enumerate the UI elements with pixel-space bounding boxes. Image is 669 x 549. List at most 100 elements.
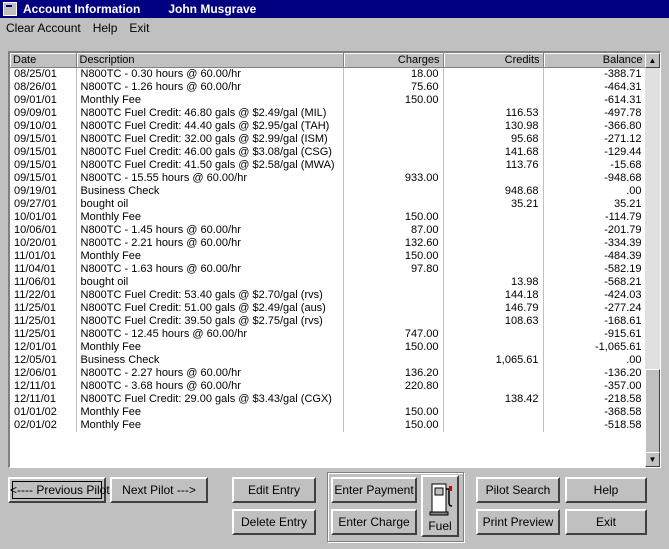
cell-credits <box>443 406 544 419</box>
title-bar[interactable]: Account Information John Musgrave <box>0 0 669 18</box>
cell-credits: 948.68 <box>443 185 544 198</box>
cell-description: Monthly Fee <box>76 211 344 224</box>
table-row[interactable]: 10/06/01 N800TC - 1.45 hours @ 60.00/hr 87… <box>10 224 647 237</box>
cell-description: N800TC Fuel Credit: 32.00 gals @ $2.99/g… <box>76 133 344 146</box>
fuel-pump-icon <box>429 483 453 516</box>
cell-credits <box>443 419 544 432</box>
cell-charges <box>343 302 444 315</box>
cell-credits: 144.18 <box>443 289 544 302</box>
column-header-balance[interactable]: Balance <box>543 53 647 68</box>
account-ledger-grid[interactable]: Date Description Charges Credits Balance… <box>8 51 661 468</box>
cell-description: N800TC - 15.55 hours @ 60.00/hr <box>76 172 344 185</box>
cell-description: N800TC Fuel Credit: 46.00 gals @ $3.08/g… <box>76 146 344 159</box>
cell-date: 01/01/02 <box>10 406 77 419</box>
cell-charges: 150.00 <box>343 406 444 419</box>
vertical-scrollbar[interactable]: ▲ ▼ <box>645 53 660 467</box>
fuel-button[interactable]: Fuel <box>421 475 459 537</box>
cell-date: 11/25/01 <box>10 302 77 315</box>
cell-date: 11/06/01 <box>10 276 77 289</box>
cell-charges: 18.00 <box>343 67 444 81</box>
enter-charge-button[interactable]: Enter Charge <box>331 509 417 535</box>
cell-credits <box>443 380 544 393</box>
cell-date: 02/01/02 <box>10 419 77 432</box>
previous-pilot-button[interactable]: <---- Previous Pilot <box>8 477 110 503</box>
cell-balance: -168.61 <box>543 315 647 328</box>
scroll-down-arrow-icon[interactable]: ▼ <box>645 452 660 467</box>
table-row[interactable]: 12/05/01 Business Check 1,065.61.00 <box>10 354 647 367</box>
table-row[interactable]: 10/01/01 Monthly Fee 150.00 -114.79 <box>10 211 647 224</box>
print-preview-button[interactable]: Print Preview <box>476 509 560 535</box>
table-row[interactable]: 10/20/01 N800TC - 2.21 hours @ 60.00/hr 13… <box>10 237 647 250</box>
cell-date: 11/04/01 <box>10 263 77 276</box>
table-row[interactable]: 09/15/01 N800TC Fuel Credit: 41.50 gals @… <box>10 159 647 172</box>
table-row[interactable]: 12/01/01 Monthly Fee 150.00 -1,065.61 <box>10 341 647 354</box>
cell-balance: -518.58 <box>543 419 647 432</box>
column-header-charges[interactable]: Charges <box>343 53 444 68</box>
cell-credits <box>443 67 544 81</box>
delete-entry-button[interactable]: Delete Entry <box>232 509 316 535</box>
table-row[interactable]: 11/06/01 bought oil 13.98 -568.21 <box>10 276 647 289</box>
cell-balance: -424.03 <box>543 289 647 302</box>
cell-balance: -582.19 <box>543 263 647 276</box>
table-row[interactable]: 09/15/01 N800TC Fuel Credit: 46.00 gals @… <box>10 146 647 159</box>
cell-date: 11/22/01 <box>10 289 77 302</box>
cell-credits: 138.42 <box>443 393 544 406</box>
cell-charges <box>343 146 444 159</box>
table-row[interactable]: 11/25/01 N800TC Fuel Credit: 51.00 gals @… <box>10 302 647 315</box>
pilot-name: John Musgrave <box>168 2 257 16</box>
table-row[interactable]: 12/11/01 N800TC - 3.68 hours @ 60.00/hr 22… <box>10 380 647 393</box>
cell-credits <box>443 94 544 107</box>
cell-date: 09/15/01 <box>10 146 77 159</box>
table-row[interactable]: 09/19/01 Business Check 948.68.00 <box>10 185 647 198</box>
pilot-search-button[interactable]: Pilot Search <box>476 477 560 503</box>
scroll-thumb[interactable] <box>645 369 660 453</box>
cell-date: 09/01/01 <box>10 94 77 107</box>
window-icon[interactable] <box>3 2 17 16</box>
cell-description: N800TC - 2.27 hours @ 60.00/hr <box>76 367 344 380</box>
column-header-description[interactable]: Description <box>76 53 344 68</box>
next-pilot-button[interactable]: Next Pilot ---> <box>110 477 208 503</box>
table-row[interactable]: 09/27/01 bought oil 35.21 35.21 <box>10 198 647 211</box>
table-row[interactable]: 11/25/01 N800TC - 12.45 hours @ 60.00/hr 7… <box>10 328 647 341</box>
edit-entry-button[interactable]: Edit Entry <box>232 477 316 503</box>
table-row[interactable]: 09/15/01 N800TC - 15.55 hours @ 60.00/hr 9… <box>10 172 647 185</box>
cell-date: 12/01/01 <box>10 341 77 354</box>
menu-clear-account[interactable]: Clear Account <box>6 21 81 35</box>
table-row[interactable]: 11/01/01 Monthly Fee 150.00 -484.39 <box>10 250 647 263</box>
cell-date: 09/15/01 <box>10 172 77 185</box>
table-row[interactable]: 11/22/01 N800TC Fuel Credit: 53.40 gals @… <box>10 289 647 302</box>
cell-balance: -388.71 <box>543 67 647 81</box>
window-title: Account Information <box>23 2 141 16</box>
table-row[interactable]: 09/10/01 N800TC Fuel Credit: 44.40 gals @… <box>10 120 647 133</box>
header-row: Date Description Charges Credits Balance <box>10 53 647 68</box>
table-row[interactable]: 02/01/02 Monthly Fee 150.00 -518.58 <box>10 419 647 432</box>
menu-exit[interactable]: Exit <box>129 21 149 35</box>
cell-charges <box>343 120 444 133</box>
column-header-date[interactable]: Date <box>10 53 77 68</box>
cell-description: N800TC Fuel Credit: 44.40 gals @ $2.95/g… <box>76 120 344 133</box>
cell-balance: -114.79 <box>543 211 647 224</box>
cell-charges <box>343 159 444 172</box>
cell-credits <box>443 250 544 263</box>
table-row[interactable]: 09/09/01 N800TC Fuel Credit: 46.80 gals @… <box>10 107 647 120</box>
table-row[interactable]: 12/11/01 N800TC Fuel Credit: 29.00 gals @… <box>10 393 647 406</box>
menu-help[interactable]: Help <box>93 21 118 35</box>
column-header-credits[interactable]: Credits <box>443 53 544 68</box>
table-row[interactable]: 09/15/01 N800TC Fuel Credit: 32.00 gals @… <box>10 133 647 146</box>
help-button[interactable]: Help <box>565 477 647 503</box>
table-row[interactable]: 11/04/01 N800TC - 1.63 hours @ 60.00/hr 97… <box>10 263 647 276</box>
scroll-up-arrow-icon[interactable]: ▲ <box>645 53 660 68</box>
table-row[interactable]: 01/01/02 Monthly Fee 150.00 -368.58 <box>10 406 647 419</box>
cell-description: Monthly Fee <box>76 250 344 263</box>
table-row[interactable]: 12/06/01 N800TC - 2.27 hours @ 60.00/hr 13… <box>10 367 647 380</box>
table-row[interactable]: 11/25/01 N800TC Fuel Credit: 39.50 gals @… <box>10 315 647 328</box>
exit-button[interactable]: Exit <box>565 509 647 535</box>
table-row[interactable]: 08/25/01 N800TC - 0.30 hours @ 60.00/hr 18… <box>10 67 647 81</box>
enter-payment-button[interactable]: Enter Payment <box>331 477 417 503</box>
table-row[interactable]: 09/01/01 Monthly Fee 150.00 -614.31 <box>10 94 647 107</box>
cell-description: Monthly Fee <box>76 94 344 107</box>
cell-description: Business Check <box>76 354 344 367</box>
cell-date: 09/15/01 <box>10 133 77 146</box>
cell-description: N800TC Fuel Credit: 29.00 gals @ $3.43/g… <box>76 393 344 406</box>
table-row[interactable]: 08/26/01 N800TC - 1.26 hours @ 60.00/hr 75… <box>10 81 647 94</box>
